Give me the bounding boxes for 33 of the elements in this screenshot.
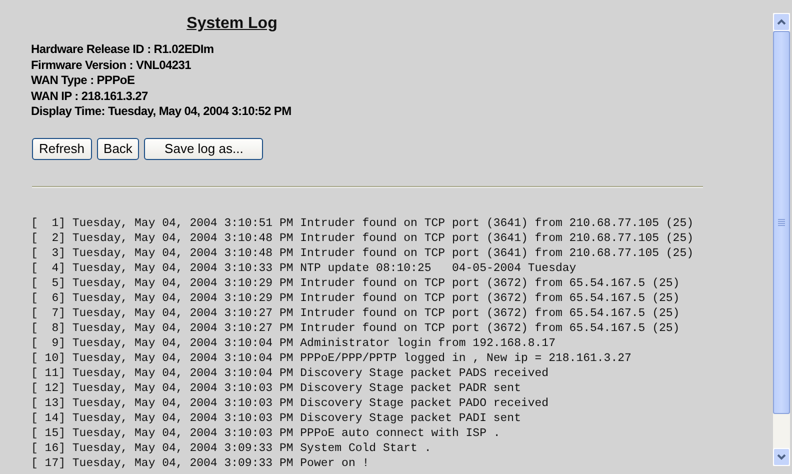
log-entry: [ 10] Tuesday, May 04, 2004 3:10:04 PM PPPoE/PPP/PPTP logged in , New ip = 218.161.3.27 — [31, 350, 632, 366]
log-entry: [ 1] Tuesday, May 04, 2004 3:10:51 PM Intruder found on TCP port (3641) from 210.68.77.105 (25) — [31, 216, 695, 230]
chevron-down-icon — [777, 454, 786, 460]
log-entry: [ 16] Tuesday, May 04, 2004 3:09:33 PM System Cold Start . — [31, 440, 432, 456]
scroll-down-button[interactable] — [773, 448, 790, 466]
info-line: WAN IP : 218.161.3.27 — [31, 88, 149, 104]
log-entry: [ 15] Tuesday, May 04, 2004 3:10:03 PM PPPoE auto connect with ISP . — [31, 426, 502, 440]
log-entry: [ 2] Tuesday, May 04, 2004 3:10:48 PM Intruder found on TCP port (3641) from 210.68.77.105 (25) — [31, 230, 695, 246]
log-entry: [ 4] Tuesday, May 04, 2004 3:10:33 PM NTP update 08:10:25 04-05-2004 Tuesday — [31, 260, 578, 276]
info-line: Firmware Version : VNL04231 — [31, 58, 192, 73]
log-entry: [ 8] Tuesday, May 04, 2004 3:10:27 PM Intruder found on TCP port (3672) from 65.54.167.5 (25) — [31, 320, 681, 336]
log-entry: [ 9] Tuesday, May 04, 2004 3:10:04 PM Administrator login from 192.168.8.17 — [31, 336, 556, 350]
log-entry: [ 11] Tuesday, May 04, 2004 3:10:04 PM Discovery Stage packet PADS received — [31, 366, 550, 380]
log-entry: [ 14] Tuesday, May 04, 2004 3:10:03 PM Discovery Stage packet PADI sent — [31, 410, 522, 426]
log-entry: [ 17] Tuesday, May 04, 2004 3:09:33 PM Power on ! — [31, 456, 370, 470]
grip-icon — [778, 219, 785, 226]
info-line: Hardware Release ID : R1.02EDIm — [31, 42, 215, 58]
scrollbar[interactable] — [773, 13, 790, 466]
action-button[interactable]: Save log as... — [144, 138, 264, 160]
action-button[interactable]: Back — [96, 138, 140, 160]
log-entry: [ 6] Tuesday, May 04, 2004 3:10:29 PM Intruder found on TCP port (3672) from 65.54.167.5 (25) — [31, 290, 681, 306]
scroll-thumb[interactable] — [773, 31, 790, 414]
info-line: WAN Type : PPPoE — [31, 73, 136, 88]
action-button[interactable]: Refresh — [32, 138, 92, 160]
log-entry: [ 7] Tuesday, May 04, 2004 3:10:27 PM Intruder found on TCP port (3672) from 65.54.167.5 (25) — [31, 306, 681, 320]
chevron-up-icon — [777, 19, 786, 25]
info-line: Display Time: Tuesday, May 04, 2004 3:10:52 PM — [31, 104, 292, 120]
scroll-up-button[interactable] — [773, 13, 790, 31]
page-title: System Log — [186, 15, 278, 32]
log-entry: [ 5] Tuesday, May 04, 2004 3:10:29 PM Intruder found on TCP port (3672) from 65.54.167.5 (25) — [31, 276, 681, 290]
log-entry: [ 13] Tuesday, May 04, 2004 3:10:03 PM Discovery Stage packet PADO received — [31, 396, 550, 410]
log-entry: [ 12] Tuesday, May 04, 2004 3:10:03 PM Discovery Stage packet PADR sent — [31, 380, 522, 396]
log-entry: [ 3] Tuesday, May 04, 2004 3:10:48 PM Intruder found on TCP port (3641) from 210.68.77.105 (25) — [31, 246, 695, 260]
